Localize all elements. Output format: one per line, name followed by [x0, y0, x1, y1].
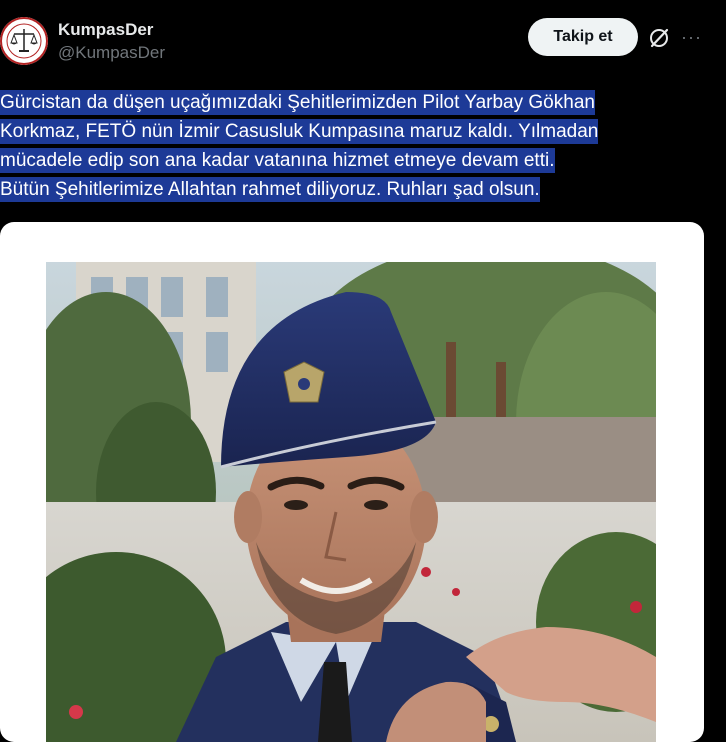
officer-portrait-image: [46, 262, 656, 742]
avatar[interactable]: [0, 17, 48, 65]
tweet-text: Gürcistan da düşen uçağımızdaki Şehitler…: [0, 88, 700, 204]
tweet-header: KumpasDer @KumpasDer Takip et ···: [0, 0, 726, 80]
grok-icon[interactable]: [648, 27, 670, 49]
author-names: KumpasDer @KumpasDer: [58, 19, 165, 65]
tweet-text-line: mücadele edip son ana kadar vatanına hiz…: [0, 148, 555, 173]
tweet-text-line: Bütün Şehitlerimize Allahtan rahmet dili…: [0, 177, 540, 202]
scales-of-justice-logo-icon: [0, 17, 48, 65]
tweet-media[interactable]: [0, 222, 704, 742]
follow-button[interactable]: Takip et: [528, 18, 638, 56]
handle[interactable]: @KumpasDer: [58, 41, 165, 65]
more-options-icon[interactable]: ···: [681, 24, 707, 50]
tweet-text-line: Gürcistan da düşen uçağımızdaki Şehitler…: [0, 90, 595, 115]
officer-photo[interactable]: [46, 262, 656, 742]
tweet-text-line: Korkmaz, FETÖ nün İzmir Casusluk Kumpası…: [0, 119, 599, 144]
display-name[interactable]: KumpasDer: [58, 19, 165, 41]
